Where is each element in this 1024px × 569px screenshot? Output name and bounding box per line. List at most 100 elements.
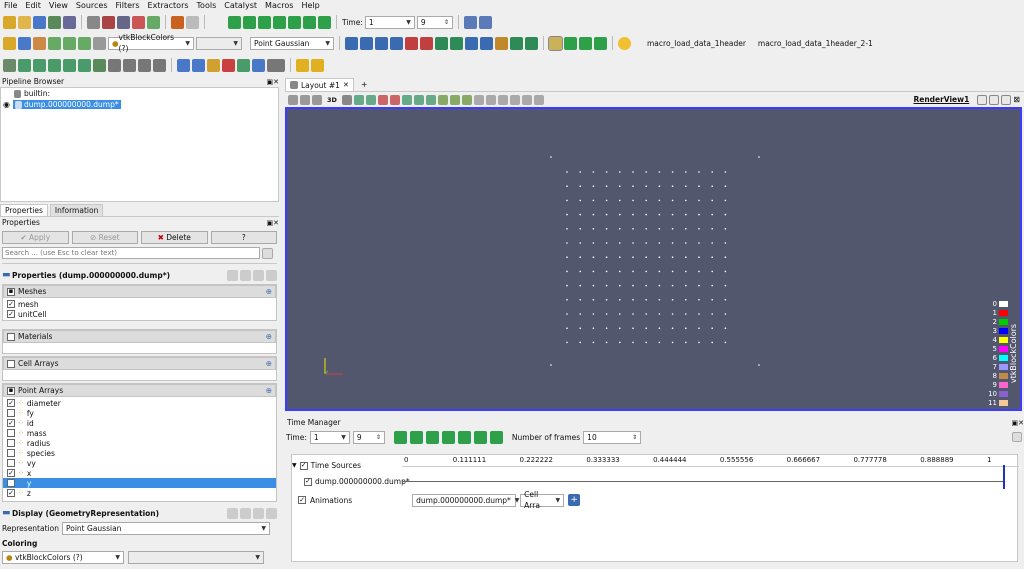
connect-icon[interactable] [87,15,100,29]
ruler-icon[interactable] [296,58,309,72]
settings-icon[interactable] [117,15,130,29]
collapse-display-icon[interactable]: ▬ [2,508,12,518]
point-array-checkbox[interactable]: ✓ [7,419,15,427]
point-array-row[interactable]: ✓ ⁘ y [3,478,276,488]
point-array-checkbox[interactable] [7,459,15,467]
meshes-expand-icon[interactable]: ⊕ [266,287,272,296]
point-array-row[interactable]: ⁘ vy [3,458,276,468]
open-file-icon[interactable] [3,15,16,29]
reset-button[interactable]: ⊘ Reset [71,231,138,244]
eye-visibility-icon[interactable]: ◉ [3,100,10,109]
time-index-spinbox[interactable]: 9 ⇕ [416,15,453,29]
view-minus-x-icon[interactable] [420,36,433,50]
toggle-selection-icon[interactable] [533,94,544,105]
tm-next-frame-icon[interactable] [457,430,471,444]
select-frustum-cells-icon[interactable] [377,94,388,105]
copy-icon[interactable] [227,269,238,281]
extract-level-icon[interactable] [153,58,166,72]
warp-vector-icon[interactable] [123,58,136,72]
maximize-view-icon[interactable] [1001,94,1012,105]
render-view[interactable]: 0 1 2 3 4 5 6 7 8 9 10 11 vtkBlockColors [285,107,1022,411]
representation-combo[interactable]: Point Gaussian ▼ [62,522,270,535]
grow-selection-icon[interactable] [473,94,484,105]
add-layout-tab-button[interactable]: + [354,78,375,91]
cell-arrays-expand-icon[interactable]: ⊕ [266,359,272,368]
color-toggle-icon[interactable] [3,36,16,50]
point-array-checkbox[interactable] [7,449,15,457]
point-arrays-expand-icon[interactable]: ⊕ [266,386,272,395]
select-surface-cells-icon[interactable] [353,94,364,105]
close-view-icon[interactable]: ⊠ [1013,95,1020,104]
view-plus-z-icon[interactable] [465,36,478,50]
properties-float-close-icon[interactable]: ▣✕ [267,218,279,228]
slice-icon[interactable] [48,58,61,72]
view-camera-icon[interactable] [312,94,322,105]
clip-icon[interactable] [33,58,46,72]
mesh-checkbox[interactable]: ✓ [7,300,15,308]
display-paste-icon[interactable] [240,507,251,519]
tm-loop-icon[interactable] [489,430,503,444]
glyph-filter-icon[interactable] [93,58,106,72]
lightbulb-icon[interactable] [618,36,631,50]
extract-subset-icon[interactable] [78,58,91,72]
frames-spinbox[interactable]: 10 ⇕ [583,430,642,444]
isometric-icon[interactable] [495,36,508,50]
point-array-checkbox[interactable]: ✓ [7,479,15,487]
cam-redo-icon[interactable] [594,36,607,50]
subtract-selection-icon[interactable] [521,94,532,105]
display-copy-icon[interactable] [227,507,238,519]
point-array-row[interactable]: ⁘ mass [3,428,276,438]
macro-button-2[interactable]: macro_load_data_1header_2-1 [758,39,873,48]
mesh-checkbox[interactable]: ✓ [7,310,15,318]
cam-link-icon[interactable] [564,36,577,50]
redo-icon[interactable] [186,15,199,29]
tm-time-index[interactable]: 9 ⇕ [352,430,385,444]
menu-view[interactable]: View [45,0,72,12]
add-animation-button[interactable]: + [568,494,581,506]
rescale-icon[interactable] [33,36,46,50]
custom-filter-icon[interactable] [267,58,285,72]
point-array-checkbox[interactable] [7,439,15,447]
contour-icon[interactable] [18,58,31,72]
save-screenshot-icon[interactable] [63,15,76,29]
reload-icon[interactable] [253,269,264,281]
search-input[interactable] [2,247,260,259]
advanced-gear-icon[interactable] [262,247,273,259]
apply-button[interactable]: ✔ Apply [2,231,69,244]
next-frame-icon[interactable] [288,15,301,29]
split-vertical-icon[interactable] [989,94,1000,105]
interactive-select-icon[interactable] [437,94,448,105]
record-icon[interactable] [132,15,145,29]
hover-points-icon[interactable] [449,94,460,105]
mesh-row[interactable]: ✓ mesh [3,299,276,309]
view-screenshot-icon[interactable] [288,94,298,105]
tm-settings-icon[interactable] [1012,432,1022,442]
previous-frame-icon[interactable] [243,15,256,29]
collapse-properties-icon[interactable]: ▬ [2,270,12,280]
point-array-row[interactable]: ✓ ⁘ diameter [3,398,276,408]
component-combo[interactable]: ▼ [196,36,242,50]
point-array-checkbox[interactable] [7,409,15,417]
pipeline-root[interactable]: builtin: [24,89,50,98]
reset-closest-icon[interactable] [360,36,373,50]
plot-over-line-icon[interactable] [177,58,190,72]
play-icon[interactable] [273,15,286,29]
point-array-checkbox[interactable]: ✓ [7,399,15,407]
select-polygon-cells-icon[interactable] [401,94,412,105]
macro-button-1[interactable]: macro_load_data_1header [647,39,746,48]
menu-edit[interactable]: Edit [21,0,45,12]
colormap-presets-icon[interactable] [93,36,106,50]
render-view-name[interactable]: RenderView1 [913,95,969,104]
menu-extractors[interactable]: Extractors [144,0,193,12]
protractor-icon[interactable] [311,58,324,72]
snowflake-icon[interactable] [252,58,265,72]
view-preview-icon[interactable] [300,94,310,105]
save-state-icon[interactable] [48,15,61,29]
group-datasets-icon[interactable] [138,58,151,72]
tm-last-frame-icon[interactable] [473,430,487,444]
rotate-minus-90-icon[interactable] [525,36,538,50]
rescale-custom-icon[interactable] [48,36,61,50]
cam-undo-icon[interactable] [579,36,592,50]
calculator-icon[interactable] [3,58,16,72]
view-minus-y-icon[interactable] [450,36,463,50]
